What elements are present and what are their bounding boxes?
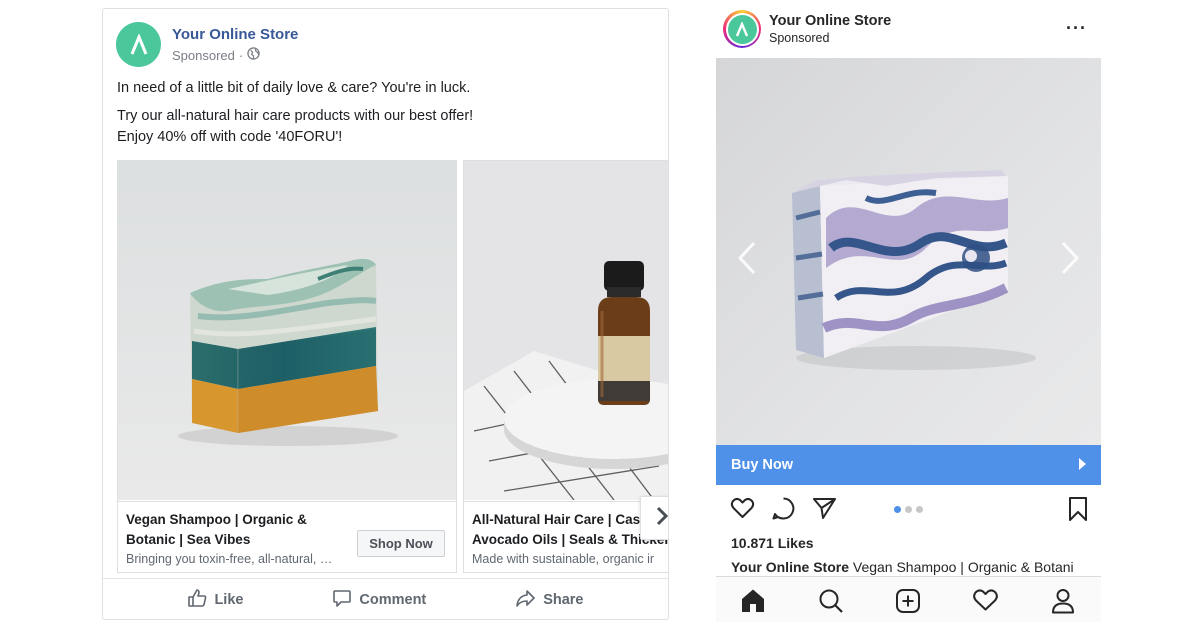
send-icon[interactable] <box>812 496 837 525</box>
card-title-line: Vegan Shampoo | Organic & <box>126 512 307 527</box>
post-text-line: In need of a little bit of daily love & … <box>117 80 471 96</box>
carousel-card[interactable]: Vegan Shampoo | Organic & Botanic | Sea … <box>117 160 457 573</box>
fb-post-header: Your Online Store Sponsored · <box>116 22 298 68</box>
fb-carousel: Vegan Shampoo | Organic & Botanic | Sea … <box>117 160 668 573</box>
facebook-ad-card: Your Online Store Sponsored · In need of… <box>102 8 669 620</box>
chevron-right-icon <box>655 505 668 532</box>
carousel-card[interactable]: All-Natural Hair Care | Castor & Avocado… <box>463 160 668 573</box>
card-description: Made with sustainable, organic ir <box>472 552 655 566</box>
home-icon[interactable] <box>740 588 766 618</box>
instagram-ad-card: Your Online Store Sponsored ··· Buy Now … <box>716 8 1101 622</box>
like-icon <box>187 588 214 612</box>
message-icon[interactable] <box>771 496 796 526</box>
carousel-dots <box>894 506 923 513</box>
shop-now-button[interactable]: Shop Now <box>357 530 445 557</box>
carousel-next-button[interactable] <box>640 496 668 540</box>
caption-username[interactable]: Your Online Store <box>731 559 849 575</box>
ig-post-header: Your Online Store Sponsored ··· <box>723 10 1101 48</box>
fb-post-text: In need of a little bit of daily love & … <box>117 78 657 148</box>
globe-icon <box>247 47 260 65</box>
product-image-hair-oil-bottle[interactable] <box>464 161 668 500</box>
card-description: Bringing you toxin-free, all-natural, … <box>126 552 333 566</box>
fb-sponsored-label[interactable]: Sponsored <box>172 47 235 65</box>
ig-sponsored-label: Sponsored <box>769 30 830 45</box>
search-icon[interactable] <box>818 588 844 619</box>
ig-action-bar <box>716 496 1101 526</box>
heart-icon[interactable] <box>972 588 999 617</box>
bookmark-icon[interactable] <box>1067 496 1089 527</box>
post-text-line: Try our all-natural hair care products w… <box>117 108 474 124</box>
profile-icon[interactable] <box>1051 588 1075 619</box>
product-image-sea-vibes-soap[interactable] <box>118 161 456 500</box>
buy-now-button[interactable]: Buy Now <box>716 445 1101 485</box>
add-icon[interactable] <box>895 588 921 619</box>
buy-now-label: Buy Now <box>731 457 794 473</box>
share-button[interactable]: Share <box>515 588 584 612</box>
store-logo <box>727 14 757 44</box>
separator-dot: · <box>238 48 244 63</box>
fb-page-name[interactable]: Your Online Store <box>172 26 298 44</box>
caret-right-icon <box>1078 458 1086 474</box>
more-options-icon[interactable]: ··· <box>1066 18 1087 39</box>
carousel-dot[interactable] <box>905 506 912 513</box>
heart-icon[interactable] <box>730 496 755 525</box>
share-label: Share <box>543 592 584 608</box>
like-label: Like <box>214 592 244 608</box>
share-icon <box>515 588 543 612</box>
card-title[interactable]: Vegan Shampoo | Organic & Botanic | Sea … <box>126 510 351 550</box>
ig-caption: Your Online Store Vegan Shampoo | Organi… <box>731 559 1101 575</box>
card-info: Vegan Shampoo | Organic & Botanic | Sea … <box>118 501 456 572</box>
card-title-line: Botanic | Sea Vibes <box>126 532 251 547</box>
card-info: All-Natural Hair Care | Castor & Avocado… <box>464 501 668 572</box>
post-text-line: Enjoy 40% off with code '40FORU'! <box>117 129 343 145</box>
like-count[interactable]: 10.871 Likes <box>731 535 814 551</box>
store-logo[interactable] <box>116 22 161 67</box>
carousel-dot-active[interactable] <box>894 506 901 513</box>
comment-label: Comment <box>359 592 427 608</box>
like-button[interactable]: Like <box>187 588 243 612</box>
caption-text: Vegan Shampoo | Organic & Botani <box>848 559 1074 575</box>
ig-page-name[interactable]: Your Online Store <box>769 13 891 30</box>
fb-action-bar: Like Comment Share <box>103 578 668 619</box>
comment-icon <box>332 588 359 612</box>
ig-bottom-nav <box>716 576 1101 622</box>
carousel-dot[interactable] <box>916 506 923 513</box>
story-ring[interactable] <box>723 10 761 48</box>
comment-button[interactable]: Comment <box>332 588 426 612</box>
ig-product-image-marble-soap[interactable] <box>716 58 1101 445</box>
